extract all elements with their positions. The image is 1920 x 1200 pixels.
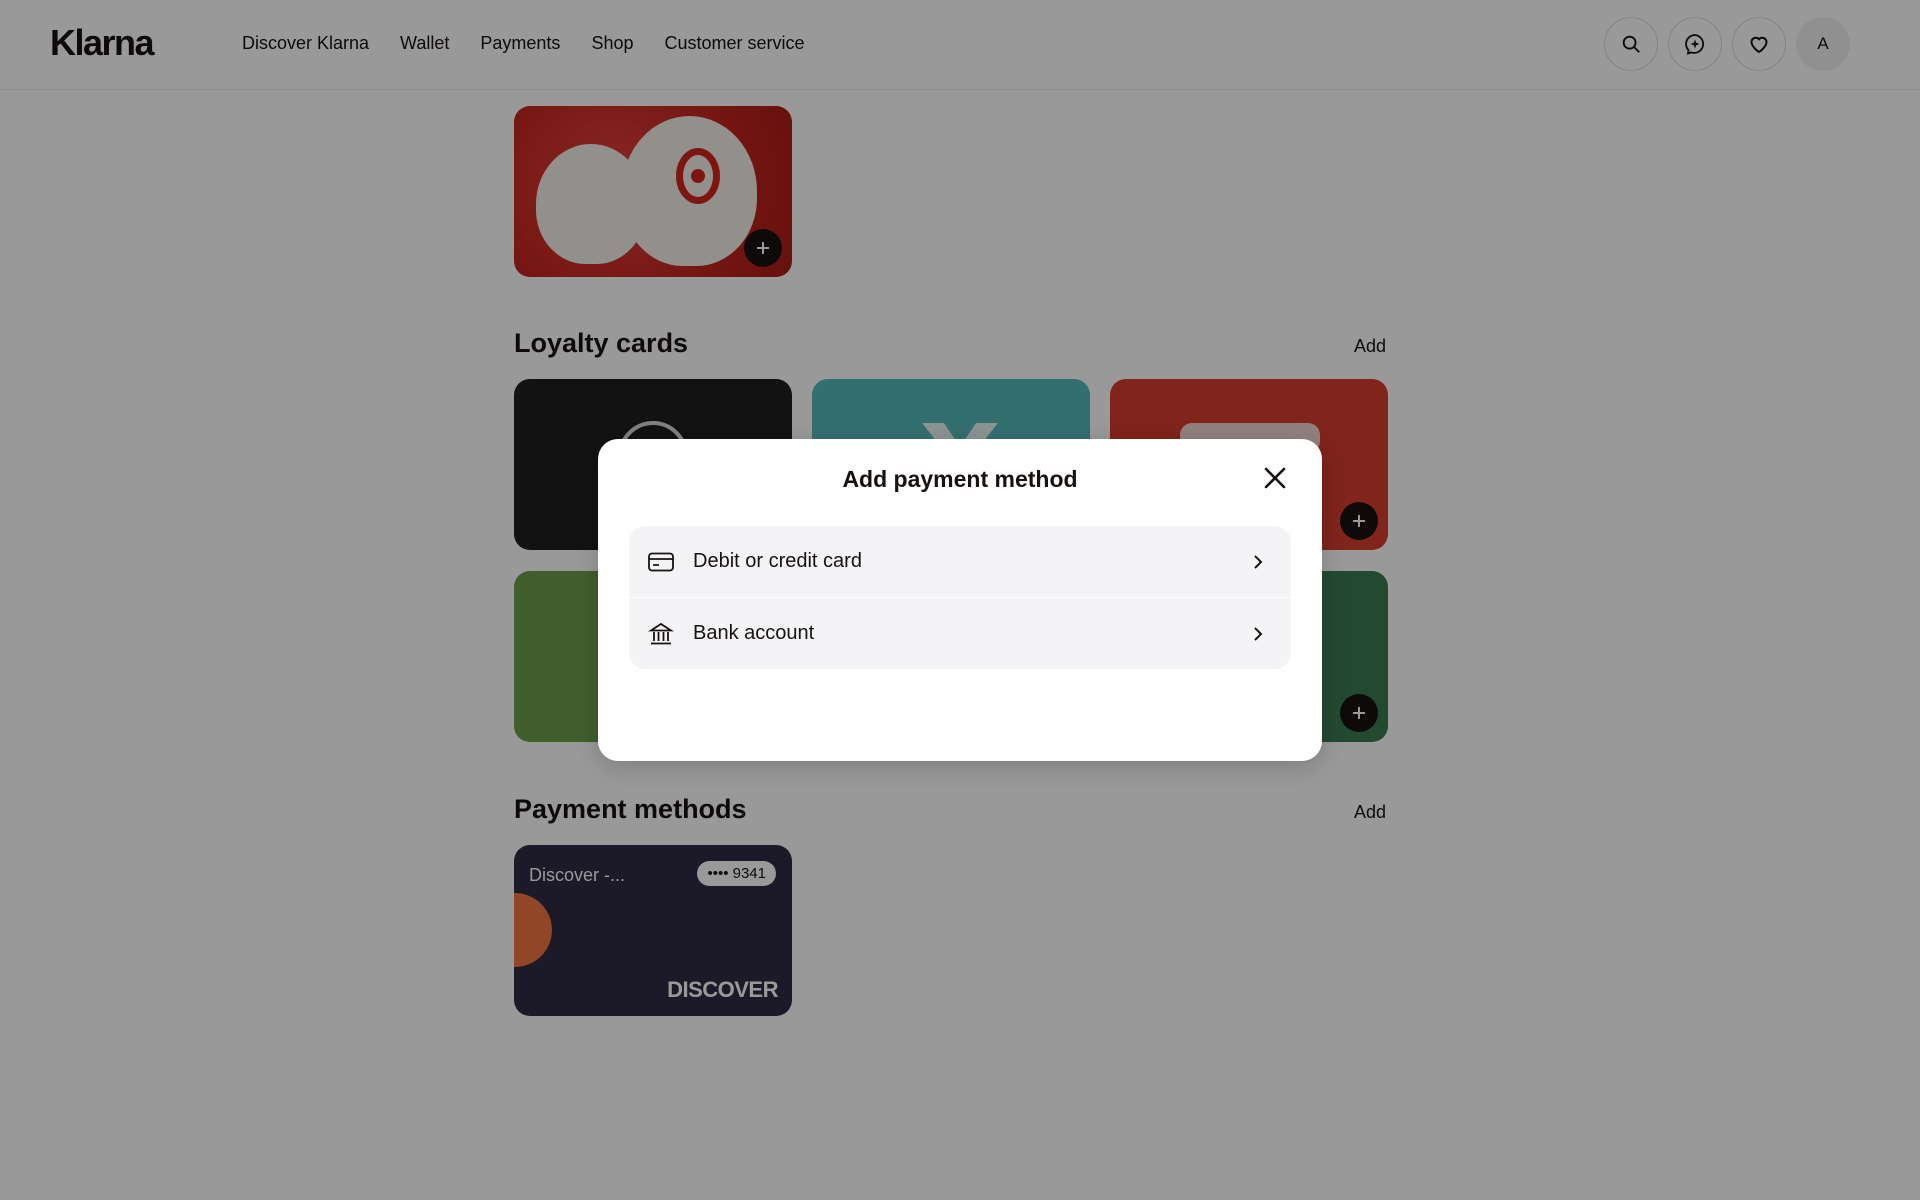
- dialog-title: Add payment method: [842, 466, 1078, 492]
- add-payment-method-dialog: Add payment method Debit or credit card …: [598, 439, 1322, 761]
- chevron-right-icon: [1253, 554, 1267, 569]
- option-label: Debit or credit card: [693, 550, 862, 572]
- option-debit-credit-card[interactable]: Debit or credit card: [629, 526, 1291, 597]
- chevron-right-icon: [1253, 626, 1267, 641]
- bank-icon: [647, 620, 675, 648]
- option-label: Bank account: [693, 622, 815, 644]
- close-icon: [1264, 467, 1286, 489]
- credit-card-icon: [647, 548, 675, 576]
- close-button[interactable]: [1261, 464, 1289, 492]
- payment-option-list: Debit or credit card Bank account: [629, 526, 1291, 669]
- option-bank-account[interactable]: Bank account: [629, 597, 1291, 669]
